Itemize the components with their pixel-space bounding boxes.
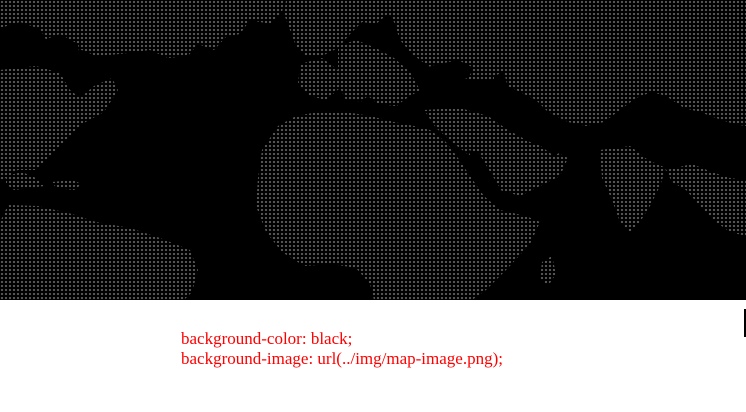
caption-line-background-image: background-image: url(../img/map-image.p… [181,349,503,368]
world-map-panel [0,0,746,300]
dotted-world-map [0,0,746,300]
land-dots [0,0,746,300]
caption-line-background-color: background-color: black; [181,329,353,348]
page: background-color: black; background-imag… [0,0,746,412]
css-caption: background-color: black; background-imag… [181,329,721,369]
